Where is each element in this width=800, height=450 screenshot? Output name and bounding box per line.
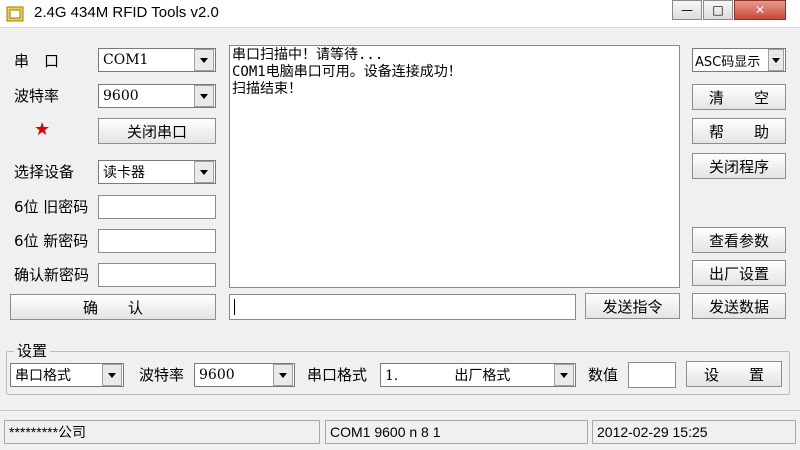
device-select[interactable]: 读卡器: [98, 160, 216, 184]
text-cursor: [234, 299, 235, 315]
app-icon: [5, 4, 25, 24]
statusbar-divider: [0, 410, 800, 411]
status-datetime: 2012-02-29 15:25: [592, 420, 796, 444]
help-button[interactable]: 帮 助: [692, 118, 786, 144]
baud-label: 波特率: [14, 87, 60, 105]
command-input[interactable]: [229, 294, 576, 320]
close-port-button[interactable]: 关闭串口: [98, 118, 216, 144]
settings-baud-value: 9600: [199, 367, 235, 383]
set-button[interactable]: 设 置: [686, 361, 782, 387]
format-type-select[interactable]: 串口格式: [10, 363, 124, 387]
settings-format-select[interactable]: 1. 出厂格式: [380, 363, 576, 387]
close-program-button[interactable]: 关闭程序: [692, 153, 786, 179]
port-label: 串 口: [14, 52, 60, 70]
confirm-button[interactable]: 确 认: [10, 294, 216, 320]
port-select-value: COM1: [103, 52, 149, 68]
clear-button[interactable]: 清 空: [692, 84, 786, 110]
title-bar: 2.4G 434M RFID Tools v2.0 — □ ✕: [0, 0, 800, 28]
display-mode-select[interactable]: ASC码显示: [692, 48, 786, 72]
log-line: COM1电脑串口可用。设备连接成功！: [232, 64, 462, 80]
maximize-icon: □: [712, 3, 724, 17]
confirm-password-label: 确认新密码: [14, 266, 90, 284]
send-data-button[interactable]: 发送数据: [692, 293, 786, 319]
format-type-value: 串口格式: [15, 368, 71, 384]
device-label: 选择设备: [14, 163, 75, 181]
send-command-button[interactable]: 发送指令: [585, 293, 680, 319]
close-button[interactable]: ✕: [734, 0, 786, 20]
star-icon: ★: [34, 119, 51, 140]
settings-group-label: 设置: [14, 341, 51, 361]
value-label: 数值: [588, 366, 619, 384]
maximize-button[interactable]: □: [703, 0, 733, 20]
window-title: 2.4G 434M RFID Tools v2.0: [34, 4, 219, 21]
confirm-password-input[interactable]: [98, 263, 216, 287]
value-input[interactable]: [628, 362, 676, 388]
chevron-down-icon[interactable]: [194, 161, 214, 183]
chevron-down-icon[interactable]: [273, 364, 293, 386]
old-password-label: 6位 旧密码: [14, 198, 89, 216]
log-output[interactable]: 串口扫描中！请等待... COM1电脑串口可用。设备连接成功！ 扫描结束！: [229, 45, 680, 288]
status-company: *********公司: [4, 420, 320, 444]
baud-select[interactable]: 9600: [98, 84, 216, 108]
settings-format-value: 1. 出厂格式: [385, 368, 511, 384]
log-line: 扫描结束！: [232, 81, 302, 97]
port-select[interactable]: COM1: [98, 48, 216, 72]
factory-settings-button[interactable]: 出厂设置: [692, 260, 786, 286]
chevron-down-icon[interactable]: [102, 364, 122, 386]
chevron-down-icon[interactable]: [768, 49, 784, 71]
status-port-info: COM1 9600 n 8 1: [325, 420, 588, 444]
chevron-down-icon[interactable]: [554, 364, 574, 386]
chevron-down-icon[interactable]: [194, 85, 214, 107]
settings-format-label: 串口格式: [307, 366, 368, 384]
log-line: 串口扫描中！请等待...: [232, 47, 384, 63]
view-params-button[interactable]: 查看参数: [692, 227, 786, 253]
close-icon: ✕: [754, 3, 766, 17]
display-mode-value: ASC码显示: [695, 54, 761, 70]
new-password-input[interactable]: [98, 229, 216, 253]
settings-baud-select[interactable]: 9600: [194, 363, 295, 387]
minimize-button[interactable]: —: [672, 0, 702, 20]
new-password-label: 6位 新密码: [14, 232, 89, 250]
minimize-icon: —: [681, 3, 693, 17]
baud-select-value: 9600: [103, 88, 139, 104]
device-select-value: 读卡器: [103, 165, 145, 181]
chevron-down-icon[interactable]: [194, 49, 214, 71]
settings-baud-label: 波特率: [139, 366, 185, 384]
old-password-input[interactable]: [98, 195, 216, 219]
